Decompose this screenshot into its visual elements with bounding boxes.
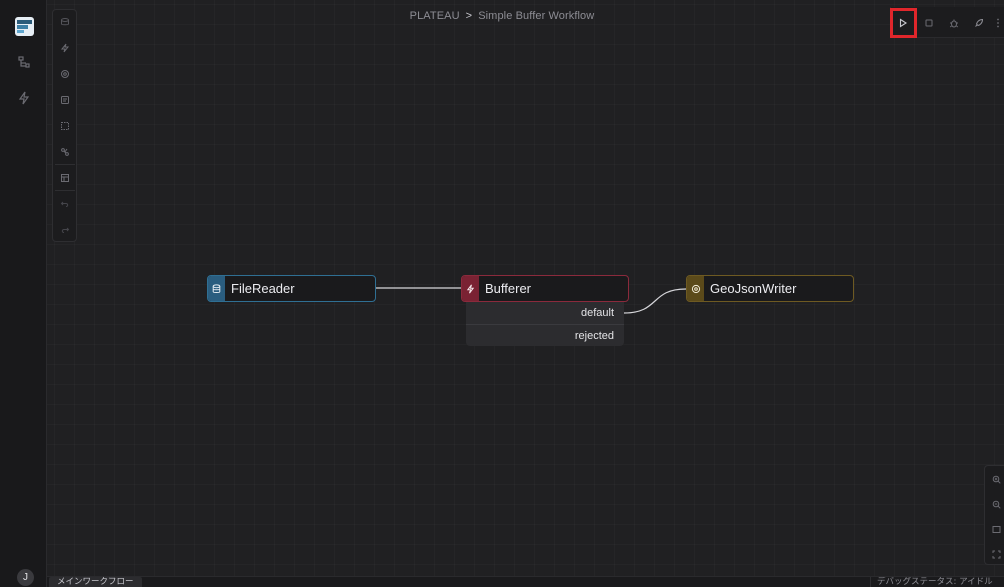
- node-label: GeoJsonWriter: [710, 281, 797, 296]
- node-bufferer[interactable]: Bufferer: [461, 275, 629, 302]
- node-geojsonwriter[interactable]: GeoJsonWriter: [686, 275, 854, 302]
- fit-view-icon[interactable]: [989, 522, 1003, 536]
- port-rejected[interactable]: rejected: [575, 330, 614, 342]
- database-icon: [208, 276, 225, 301]
- app-window: J PLATEAU > Simple Buffer Workflow FileR…: [0, 0, 1004, 587]
- node-label: FileReader: [231, 281, 295, 296]
- debug-status[interactable]: デバッグステータス: アイドル: [870, 577, 1004, 587]
- zoom-out-icon[interactable]: [989, 497, 1003, 511]
- node-label: Bufferer: [485, 281, 532, 296]
- edge-bufferer-geojsonwriter: [623, 288, 687, 314]
- main-workflow-tab[interactable]: メインワークフロー: [49, 577, 142, 587]
- lightning-icon: [462, 276, 479, 301]
- bottom-bar: メインワークフロー デバッグステータス: アイドル: [47, 576, 1004, 587]
- zoom-controls: [984, 465, 1004, 565]
- port-default[interactable]: default: [581, 307, 614, 319]
- zoom-in-icon[interactable]: [989, 472, 1003, 486]
- node-filereader[interactable]: FileReader: [207, 275, 376, 302]
- fullscreen-icon[interactable]: [989, 547, 1003, 561]
- bufferer-output-ports: default rejected: [466, 302, 624, 346]
- disc-icon: [687, 276, 704, 301]
